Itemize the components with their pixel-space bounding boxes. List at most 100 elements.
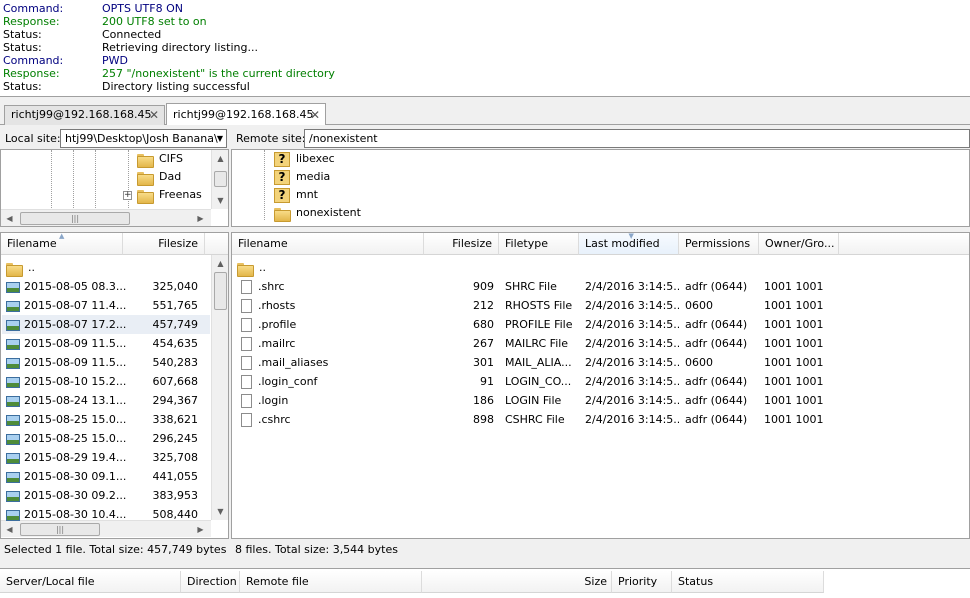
parent-directory-row[interactable]: .. (233, 258, 969, 277)
column-header-label: Size (584, 575, 607, 588)
file-size: 540,283 (152, 356, 199, 369)
queue-column-size[interactable]: Size (422, 571, 612, 593)
scroll-right-icon[interactable]: ▶ (192, 210, 209, 226)
folder-icon (274, 207, 291, 222)
file-row[interactable]: 2015-08-09 11.5... 540,283 (2, 353, 210, 372)
remote-directory-tree[interactable]: ? libexec ? media ? mnt nonexistent (231, 149, 970, 227)
column-header-filetype[interactable]: Filetype (499, 233, 579, 255)
log-entry-text: Connected (102, 28, 162, 41)
remote-path-input[interactable]: /nonexistent (304, 129, 970, 148)
scroll-thumb[interactable]: ||| (20, 523, 100, 536)
file-name-cell: 2015-08-10 15.2... (4, 372, 126, 391)
file-row[interactable]: 2015-08-07 11.4... 551,765 (2, 296, 210, 315)
tree-item[interactable]: nonexistent (274, 204, 361, 222)
scroll-down-icon[interactable]: ▼ (212, 192, 228, 209)
file-name: 2015-08-30 09.2... (24, 489, 126, 502)
file-size: 212 (473, 299, 494, 312)
file-row[interactable]: .profile 680 PROFILE File 2/4/2016 3:14:5..… (233, 315, 969, 334)
image-file-icon (6, 338, 20, 350)
file-row[interactable]: 2015-08-30 09.1... 441,055 (2, 467, 210, 486)
file-row[interactable]: 2015-08-24 13.1... 294,367 (2, 391, 210, 410)
file-row[interactable]: .cshrc 898 CSHRC File 2/4/2016 3:14:5... adf… (233, 410, 969, 429)
unknown-folder-icon: ? (274, 151, 290, 167)
queue-column-priority[interactable]: Priority (612, 571, 672, 593)
expand-icon[interactable]: + (123, 191, 132, 200)
log-entry: Response: 257 "/nonexistent" is the curre… (3, 67, 963, 80)
file-name-cell: 2015-08-05 08.3... (4, 277, 126, 296)
file-row[interactable]: .rhosts 212 RHOSTS File 2/4/2016 3:14:5... 0… (233, 296, 969, 315)
file-row[interactable]: .login_conf 91 LOGIN_CO... 2/4/2016 3:14:5.… (233, 372, 969, 391)
file-row[interactable]: 2015-08-29 19.4... 325,708 (2, 448, 210, 467)
tree-item[interactable]: Dad (137, 168, 181, 186)
local-path-input[interactable]: htj99\Desktop\Josh Banana\ ▼ (60, 129, 227, 148)
queue-column-direction[interactable]: Direction (181, 571, 240, 593)
image-file-icon (6, 300, 20, 312)
parent-directory-row[interactable]: .. (2, 258, 210, 277)
folder-icon (137, 171, 154, 186)
scroll-thumb[interactable]: ||| (20, 212, 130, 225)
tree-item[interactable]: CIFS (137, 150, 183, 168)
file-row[interactable]: 2015-08-05 08.3... 325,040 (2, 277, 210, 296)
file-row[interactable]: 2015-08-30 09.2... 383,953 (2, 486, 210, 505)
scroll-thumb[interactable] (214, 171, 227, 187)
local-file-list[interactable]: Filename ▲ Filesize ▲ ▼ ◀ ||| ▶ .. 2015-08… (0, 232, 229, 539)
column-header-filesize[interactable]: Filesize (123, 233, 205, 255)
tree-item[interactable]: Freenas (137, 186, 202, 204)
local-directory-tree[interactable]: + CIFS Dad Freenas ▲ ▼ ◀ ||| ▶ (0, 149, 229, 227)
file-icon (241, 280, 252, 294)
scroll-left-icon[interactable]: ◀ (1, 210, 18, 226)
image-file-icon (6, 452, 20, 464)
file-name-cell: .cshrc (233, 410, 423, 429)
queue-column-server-local-file[interactable]: Server/Local file (0, 571, 181, 593)
file-name: 2015-08-30 09.1... (24, 470, 126, 483)
file-row[interactable]: 2015-08-10 15.2... 607,668 (2, 372, 210, 391)
file-row[interactable]: 2015-08-25 15.0... 338,621 (2, 410, 210, 429)
queue-column-remote-file[interactable]: Remote file (240, 571, 422, 593)
scroll-down-icon[interactable]: ▼ (212, 503, 228, 520)
tree-vertical-scrollbar[interactable]: ▲ ▼ (211, 150, 228, 209)
log-entry-kind: Status: (3, 41, 42, 54)
tab-connection-2[interactable]: richtj99@192.168.168.45 ✕ (166, 103, 326, 125)
file-name-cell: 2015-08-07 11.4... (4, 296, 126, 315)
close-icon[interactable]: ✕ (310, 104, 320, 126)
file-row[interactable]: 2015-08-07 17.2... 457,749 (2, 315, 210, 334)
tree-item[interactable]: ? libexec (274, 150, 335, 168)
file-row[interactable]: .shrc 909 SHRC File 2/4/2016 3:14:5... adfr … (233, 277, 969, 296)
column-header-last-modified[interactable]: Last modified ▼ (579, 233, 679, 255)
tree-item[interactable]: ? media (274, 168, 330, 186)
file-size: 338,621 (152, 413, 199, 426)
queue-column-status[interactable]: Status (672, 571, 824, 593)
message-log[interactable]: Command: OPTS UTF8 ON Response: 200 UTF8 se… (0, 0, 970, 97)
tab-connection-1[interactable]: richtj99@192.168.168.45 ✕ (4, 105, 165, 125)
file-row[interactable]: .mail_aliases 301 MAIL_ALIA... 2/4/2016 3:1… (233, 353, 969, 372)
file-row[interactable]: 2015-08-09 11.5... 454,635 (2, 334, 210, 353)
column-header-permissions[interactable]: Permissions (679, 233, 759, 255)
file-last-modified: 2/4/2016 3:14:5... (585, 299, 679, 312)
file-row[interactable]: 2015-08-25 15.0... 296,245 (2, 429, 210, 448)
column-header-filename[interactable]: Filename ▲ (1, 233, 123, 255)
column-header-filename[interactable]: Filename (232, 233, 424, 255)
file-size: 454,635 (152, 337, 199, 350)
file-name: .rhosts (258, 299, 296, 312)
file-name: 2015-08-25 15.0... (24, 432, 126, 445)
close-icon[interactable]: ✕ (149, 106, 159, 124)
file-row[interactable]: .login 186 LOGIN File 2/4/2016 3:14:5... adf… (233, 391, 969, 410)
tree-horizontal-scrollbar[interactable]: ◀ ||| ▶ (1, 209, 211, 226)
chevron-down-icon[interactable]: ▼ (217, 130, 223, 147)
scroll-up-icon[interactable]: ▲ (212, 255, 228, 272)
scroll-thumb[interactable] (214, 272, 227, 310)
unknown-folder-icon: ? (274, 187, 290, 203)
column-header-filesize[interactable]: Filesize (424, 233, 499, 255)
image-file-icon (6, 509, 20, 521)
remote-site-bar: Remote site: /nonexistent (231, 128, 970, 149)
file-last-modified: 2/4/2016 3:14:5... (585, 318, 679, 331)
column-header-owner-group[interactable]: Owner/Gro... (759, 233, 839, 255)
tree-item[interactable]: ? mnt (274, 186, 318, 204)
local-list-vertical-scrollbar[interactable]: ▲ ▼ (211, 255, 228, 520)
file-row[interactable]: 2015-08-30 10.4... 508,440 (2, 505, 210, 524)
file-row[interactable]: .mailrc 267 MAILRC File 2/4/2016 3:14:5... a… (233, 334, 969, 353)
scroll-up-icon[interactable]: ▲ (212, 150, 228, 167)
remote-file-list[interactable]: Filename Filesize Filetype Last modified… (231, 232, 970, 539)
transfer-queue[interactable]: Server/Local file Direction Remote file … (0, 568, 970, 598)
file-owner-group: 1001 1001 (764, 318, 824, 331)
